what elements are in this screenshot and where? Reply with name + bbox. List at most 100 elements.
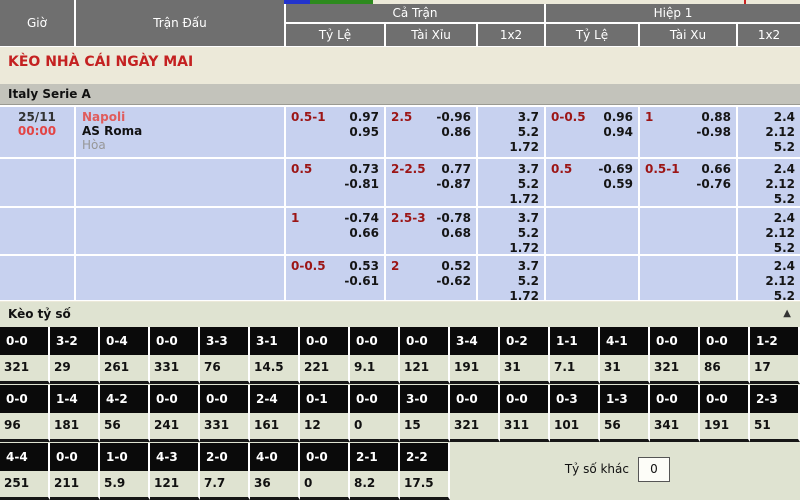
score-odds-cell[interactable]: 15 — [400, 413, 450, 442]
score-cell[interactable]: 0-4 — [100, 327, 150, 355]
score-cell[interactable]: 2-2 — [400, 443, 450, 471]
score-odds-cell[interactable]: 51 — [750, 413, 800, 442]
score-odds-cell[interactable]: 31 — [600, 355, 650, 384]
score-odds-cell[interactable]: 161 — [250, 413, 300, 442]
score-odds-cell[interactable]: 8.2 — [350, 471, 400, 500]
score-odds-cell[interactable]: 311 — [500, 413, 550, 442]
score-cell[interactable]: 0-0 — [300, 327, 350, 355]
score-cell[interactable]: 4-3 — [150, 443, 200, 471]
half-handicap-cell[interactable] — [546, 256, 638, 300]
score-odds-cell[interactable]: 17 — [750, 355, 800, 384]
half-handicap-cell[interactable] — [546, 208, 638, 254]
half-overunder-cell[interactable] — [640, 256, 736, 300]
full-overunder-cell[interactable]: 2.5-3-0.780.68 — [386, 208, 476, 254]
match-cell[interactable] — [76, 159, 284, 206]
score-odds-cell[interactable]: 321 — [0, 355, 50, 384]
score-cell[interactable]: 0-3 — [550, 385, 600, 413]
score-odds-cell[interactable]: 31 — [500, 355, 550, 384]
score-cell[interactable]: 0-0 — [150, 327, 200, 355]
score-cell[interactable]: 0-0 — [0, 385, 50, 413]
score-odds-cell[interactable]: 121 — [150, 471, 200, 500]
match-cell[interactable]: NapoliAS RomaHòa — [76, 107, 284, 157]
half-1x2-cell[interactable]: 2.42.125.2 — [738, 256, 800, 300]
score-cell[interactable]: 0-0 — [150, 385, 200, 413]
score-odds-cell[interactable]: 29 — [50, 355, 100, 384]
score-cell[interactable]: 0-0 — [0, 327, 50, 355]
score-cell[interactable]: 1-4 — [50, 385, 100, 413]
full-1x2-cell[interactable]: 3.75.21.72 — [478, 208, 544, 254]
score-odds-cell[interactable]: 0 — [350, 413, 400, 442]
score-odds-cell[interactable]: 9.1 — [350, 355, 400, 384]
full-handicap-cell[interactable]: 0-0.50.53-0.61 — [286, 256, 384, 300]
other-score-value-box[interactable]: 0 — [638, 457, 670, 482]
full-1x2-cell[interactable]: 3.75.21.72 — [478, 107, 544, 157]
score-cell[interactable]: 2-1 — [350, 443, 400, 471]
score-odds-cell[interactable]: 261 — [100, 355, 150, 384]
score-cell[interactable]: 0-0 — [50, 443, 100, 471]
score-odds-cell[interactable]: 331 — [200, 413, 250, 442]
score-odds-cell[interactable]: 14.5 — [250, 355, 300, 384]
score-odds-cell[interactable]: 331 — [150, 355, 200, 384]
half-overunder-cell[interactable] — [640, 208, 736, 254]
score-cell[interactable]: 1-2 — [750, 327, 800, 355]
score-cell[interactable]: 4-1 — [600, 327, 650, 355]
score-cell[interactable]: 1-3 — [600, 385, 650, 413]
score-cell[interactable]: 3-3 — [200, 327, 250, 355]
score-odds-cell[interactable]: 17.5 — [400, 471, 450, 500]
score-odds-cell[interactable]: 7.1 — [550, 355, 600, 384]
score-odds-cell[interactable]: 76 — [200, 355, 250, 384]
score-cell[interactable]: 4-2 — [100, 385, 150, 413]
full-overunder-cell[interactable]: 20.52-0.62 — [386, 256, 476, 300]
score-cell[interactable]: 3-2 — [50, 327, 100, 355]
score-odds-cell[interactable]: 0 — [300, 471, 350, 500]
score-cell[interactable]: 0-0 — [450, 385, 500, 413]
score-odds-cell[interactable]: 321 — [650, 355, 700, 384]
score-cell[interactable]: 3-4 — [450, 327, 500, 355]
score-cell[interactable]: 0-0 — [300, 443, 350, 471]
full-handicap-cell[interactable]: 1-0.740.66 — [286, 208, 384, 254]
score-odds-cell[interactable]: 341 — [650, 413, 700, 442]
match-cell[interactable] — [76, 256, 284, 300]
half-1x2-cell[interactable]: 2.42.125.2 — [738, 107, 800, 157]
full-overunder-cell[interactable]: 2.5-0.960.86 — [386, 107, 476, 157]
score-odds-cell[interactable]: 221 — [300, 355, 350, 384]
half-handicap-cell[interactable]: 0-0.50.960.94 — [546, 107, 638, 157]
score-cell[interactable]: 0-1 — [300, 385, 350, 413]
score-odds-cell[interactable]: 96 — [0, 413, 50, 442]
score-cell[interactable]: 0-0 — [650, 385, 700, 413]
score-cell[interactable]: 0-0 — [350, 385, 400, 413]
full-1x2-cell[interactable]: 3.75.21.72 — [478, 159, 544, 206]
score-cell[interactable]: 4-4 — [0, 443, 50, 471]
score-cell[interactable]: 0-0 — [200, 385, 250, 413]
score-cell[interactable]: 0-0 — [400, 327, 450, 355]
score-odds-cell[interactable]: 56 — [600, 413, 650, 442]
score-cell[interactable]: 0-0 — [650, 327, 700, 355]
full-overunder-cell[interactable]: 2-2.50.77-0.87 — [386, 159, 476, 206]
score-odds-cell[interactable]: 251 — [0, 471, 50, 500]
score-cell[interactable]: 1-1 — [550, 327, 600, 355]
score-odds-cell[interactable]: 7.7 — [200, 471, 250, 500]
half-1x2-cell[interactable]: 2.42.125.2 — [738, 208, 800, 254]
score-odds-cell[interactable]: 5.9 — [100, 471, 150, 500]
score-cell[interactable]: 0-0 — [350, 327, 400, 355]
half-overunder-cell[interactable]: 10.88-0.98 — [640, 107, 736, 157]
score-odds-cell[interactable]: 86 — [700, 355, 750, 384]
score-cell[interactable]: 0-2 — [500, 327, 550, 355]
score-odds-cell[interactable]: 321 — [450, 413, 500, 442]
match-cell[interactable] — [76, 208, 284, 254]
half-handicap-cell[interactable]: 0.5-0.690.59 — [546, 159, 638, 206]
score-odds-cell[interactable]: 121 — [400, 355, 450, 384]
score-odds-cell[interactable]: 181 — [50, 413, 100, 442]
score-odds-cell[interactable]: 101 — [550, 413, 600, 442]
score-odds-cell[interactable]: 12 — [300, 413, 350, 442]
full-1x2-cell[interactable]: 3.75.21.72 — [478, 256, 544, 300]
full-handicap-cell[interactable]: 0.5-10.970.95 — [286, 107, 384, 157]
score-odds-cell[interactable]: 241 — [150, 413, 200, 442]
score-odds-cell[interactable]: 191 — [450, 355, 500, 384]
score-cell[interactable]: 3-0 — [400, 385, 450, 413]
half-overunder-cell[interactable]: 0.5-10.66-0.76 — [640, 159, 736, 206]
score-cell[interactable]: 0-0 — [500, 385, 550, 413]
score-odds-cell[interactable]: 211 — [50, 471, 100, 500]
score-cell[interactable]: 0-0 — [700, 385, 750, 413]
score-cell[interactable]: 2-3 — [750, 385, 800, 413]
